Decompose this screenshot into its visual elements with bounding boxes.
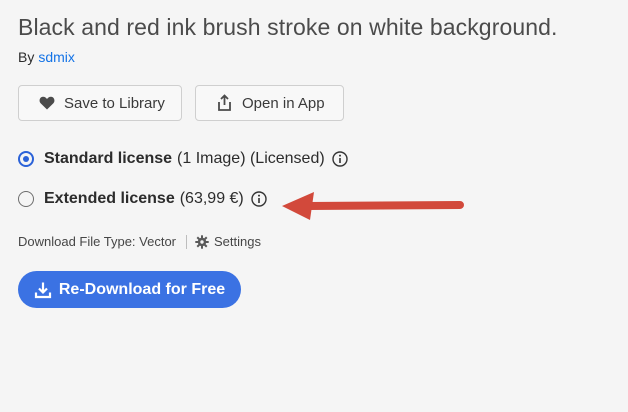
settings-link[interactable]: Settings — [195, 234, 261, 249]
open-in-app-label: Open in App — [242, 94, 325, 112]
share-icon — [216, 94, 233, 112]
arrow-annotation — [282, 192, 464, 220]
standard-license-name: Standard license — [44, 150, 173, 167]
license-option-standard[interactable]: Standard license (1 Image) (Licensed) — [18, 150, 348, 168]
file-type-row: Download File Type: Vector Settings — [18, 234, 261, 249]
standard-license-detail: (1 Image) (Licensed) — [177, 150, 325, 167]
open-in-app-button[interactable]: Open in App — [195, 85, 344, 121]
settings-label: Settings — [214, 234, 261, 249]
info-icon[interactable] — [251, 191, 267, 207]
heart-icon — [39, 96, 55, 110]
download-icon — [34, 281, 52, 299]
by-label: By — [18, 49, 35, 65]
license-option-extended[interactable]: Extended license (63,99 €) — [18, 190, 267, 208]
extended-license-detail: (63,99 €) — [179, 190, 244, 207]
save-to-library-button[interactable]: Save to Library — [18, 85, 182, 121]
author-byline: By sdmix — [18, 49, 75, 65]
extended-license-radio[interactable] — [18, 191, 34, 207]
author-link[interactable]: sdmix — [38, 49, 75, 65]
standard-license-radio[interactable] — [18, 151, 34, 167]
extended-license-name: Extended license — [44, 190, 175, 207]
redownload-label: Re-Download for Free — [58, 280, 226, 298]
redownload-button[interactable]: Re-Download for Free — [18, 271, 241, 308]
file-type-label: Download File Type: Vector — [18, 234, 177, 249]
divider — [186, 234, 188, 249]
gear-icon — [195, 234, 209, 249]
save-to-library-label: Save to Library — [64, 94, 165, 112]
info-icon[interactable] — [331, 151, 348, 167]
asset-title: Black and red ink brush stroke on white … — [18, 14, 558, 40]
